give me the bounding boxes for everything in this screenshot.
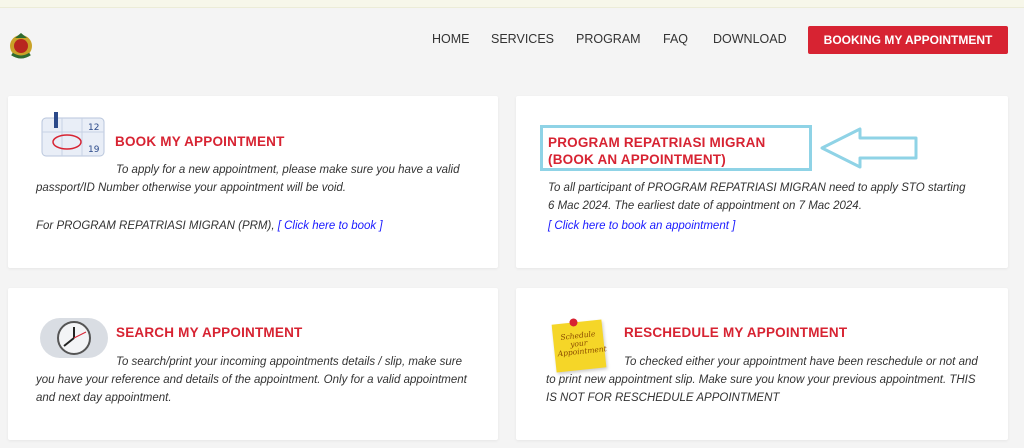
nav-faq[interactable]: FAQ [663,32,688,46]
nav-home[interactable]: HOME [432,32,470,46]
site-header: HOME SERVICES PROGRAM FAQ DOWNLOAD BOOKI… [0,8,1024,74]
search-appointment-description: To search/print your incoming appointmen… [36,356,467,404]
svg-text:12: 12 [88,123,99,133]
crest-logo-icon[interactable] [6,30,36,60]
reschedule-appointment-card: Schedule your Appointment RESCHEDULE MY … [516,288,1008,440]
book-appointment-description: To apply for a new appointment, please m… [36,164,460,194]
reschedule-appointment-description: To checked either your appointment have … [546,356,978,404]
click-here-to-book-link[interactable]: [ Click here to book ] [278,220,383,232]
search-appointment-title[interactable]: SEARCH MY APPOINTMENT [116,325,302,340]
svg-text:19: 19 [88,145,100,155]
prm-book-line: For PROGRAM REPATRIASI MIGRAN (PRM), [ C… [36,217,476,235]
prm-link-line: [ Click here to book an appointment ] [548,217,968,235]
reschedule-appointment-title[interactable]: RESCHEDULE MY APPOINTMENT [624,325,847,340]
calendar-icon: 12 19 [41,112,105,157]
pin-icon [569,318,578,327]
book-appointment-title[interactable]: BOOK MY APPOINTMENT [115,134,285,149]
prm-book-prefix: For PROGRAM REPATRIASI MIGRAN (PRM), [36,220,275,232]
prm-appointment-card: PROGRAM REPATRIASI MIGRAN (BOOK AN APPOI… [516,96,1008,268]
top-strip [0,0,1024,8]
book-an-appointment-link[interactable]: [ Click here to book an appointment ] [548,220,735,232]
search-appointment-card: SEARCH MY APPOINTMENT To search/print yo… [8,288,498,440]
nav-download[interactable]: DOWNLOAD [713,32,787,46]
booking-appointment-button[interactable]: BOOKING MY APPOINTMENT [808,26,1008,54]
highlight-box [540,125,812,171]
search-clock-icon [40,318,108,358]
nav-services[interactable]: SERVICES [491,32,554,46]
arrow-left-icon [820,127,918,169]
nav-program[interactable]: PROGRAM [576,32,641,46]
prm-description: To all participant of PROGRAM REPATRIASI… [548,182,966,212]
book-appointment-card: 12 19 BOOK MY APPOINTMENT To apply for a… [8,96,498,268]
